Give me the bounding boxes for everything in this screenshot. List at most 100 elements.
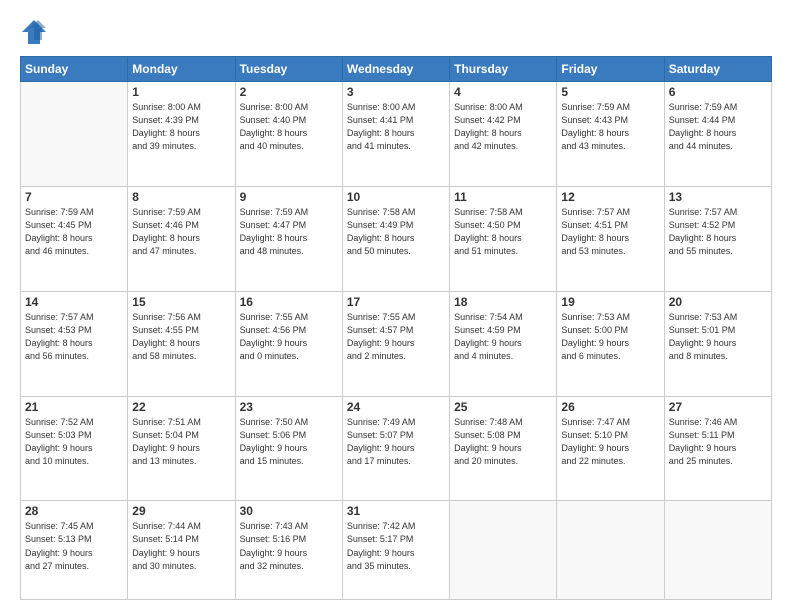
header [20, 18, 772, 46]
calendar-cell: 15 Sunrise: 7:56 AMSunset: 4:55 PMDayligh… [128, 291, 235, 396]
day-info: Sunrise: 7:43 AMSunset: 5:16 PMDaylight:… [240, 520, 338, 572]
day-info: Sunrise: 7:47 AMSunset: 5:10 PMDaylight:… [561, 416, 659, 468]
calendar-cell: 21 Sunrise: 7:52 AMSunset: 5:03 PMDayligh… [21, 396, 128, 501]
calendar-cell [664, 501, 771, 600]
day-info: Sunrise: 7:59 AMSunset: 4:44 PMDaylight:… [669, 101, 767, 153]
day-info: Sunrise: 7:57 AMSunset: 4:52 PMDaylight:… [669, 206, 767, 258]
day-number: 15 [132, 295, 230, 309]
day-info: Sunrise: 8:00 AMSunset: 4:40 PMDaylight:… [240, 101, 338, 153]
day-info: Sunrise: 7:50 AMSunset: 5:06 PMDaylight:… [240, 416, 338, 468]
col-header-friday: Friday [557, 57, 664, 82]
day-info: Sunrise: 7:53 AMSunset: 5:00 PMDaylight:… [561, 311, 659, 363]
day-number: 18 [454, 295, 552, 309]
day-number: 7 [25, 190, 123, 204]
day-info: Sunrise: 7:59 AMSunset: 4:43 PMDaylight:… [561, 101, 659, 153]
day-number: 19 [561, 295, 659, 309]
day-info: Sunrise: 7:53 AMSunset: 5:01 PMDaylight:… [669, 311, 767, 363]
calendar-cell: 22Sunrise: 7:51 AMSunset: 5:04 PMDayligh… [128, 396, 235, 501]
calendar-cell: 27Sunrise: 7:46 AMSunset: 5:11 PMDayligh… [664, 396, 771, 501]
calendar-cell: 23Sunrise: 7:50 AMSunset: 5:06 PMDayligh… [235, 396, 342, 501]
day-info: Sunrise: 7:55 AMSunset: 4:56 PMDaylight:… [240, 311, 338, 363]
day-number: 9 [240, 190, 338, 204]
day-number: 28 [25, 504, 123, 518]
calendar-cell: 30Sunrise: 7:43 AMSunset: 5:16 PMDayligh… [235, 501, 342, 600]
col-header-saturday: Saturday [664, 57, 771, 82]
day-info: Sunrise: 8:00 AMSunset: 4:39 PMDaylight:… [132, 101, 230, 153]
calendar-cell: 1 Sunrise: 8:00 AMSunset: 4:39 PMDaylight… [128, 82, 235, 187]
calendar-cell: 18 Sunrise: 7:54 AMSunset: 4:59 PMDayligh… [450, 291, 557, 396]
day-info: Sunrise: 7:57 AMSunset: 4:53 PMDaylight:… [25, 311, 123, 363]
day-info: Sunrise: 8:00 AMSunset: 4:41 PMDaylight:… [347, 101, 445, 153]
calendar-cell: 29Sunrise: 7:44 AMSunset: 5:14 PMDayligh… [128, 501, 235, 600]
day-number: 8 [132, 190, 230, 204]
logo [20, 18, 52, 46]
day-number: 2 [240, 85, 338, 99]
calendar-cell: 26 Sunrise: 7:47 AMSunset: 5:10 PMDayligh… [557, 396, 664, 501]
day-info: Sunrise: 7:59 AMSunset: 4:47 PMDaylight:… [240, 206, 338, 258]
day-info: Sunrise: 7:52 AMSunset: 5:03 PMDaylight:… [25, 416, 123, 468]
day-number: 31 [347, 504, 445, 518]
day-number: 26 [561, 400, 659, 414]
calendar-week-row-3: 14 Sunrise: 7:57 AMSunset: 4:53 PMDayligh… [21, 291, 772, 396]
day-number: 11 [454, 190, 552, 204]
calendar-week-row-4: 21 Sunrise: 7:52 AMSunset: 5:03 PMDayligh… [21, 396, 772, 501]
day-info: Sunrise: 7:59 AMSunset: 4:45 PMDaylight:… [25, 206, 123, 258]
calendar-cell: 14 Sunrise: 7:57 AMSunset: 4:53 PMDayligh… [21, 291, 128, 396]
calendar-cell: 17 Sunrise: 7:55 AMSunset: 4:57 PMDayligh… [342, 291, 449, 396]
day-number: 5 [561, 85, 659, 99]
day-number: 17 [347, 295, 445, 309]
day-number: 10 [347, 190, 445, 204]
day-number: 13 [669, 190, 767, 204]
day-number: 4 [454, 85, 552, 99]
day-info: Sunrise: 7:57 AMSunset: 4:51 PMDaylight:… [561, 206, 659, 258]
day-info: Sunrise: 7:54 AMSunset: 4:59 PMDaylight:… [454, 311, 552, 363]
day-info: Sunrise: 7:51 AMSunset: 5:04 PMDaylight:… [132, 416, 230, 468]
day-number: 21 [25, 400, 123, 414]
day-number: 1 [132, 85, 230, 99]
calendar-cell: 16 Sunrise: 7:55 AMSunset: 4:56 PMDayligh… [235, 291, 342, 396]
day-info: Sunrise: 7:46 AMSunset: 5:11 PMDaylight:… [669, 416, 767, 468]
calendar-cell [21, 82, 128, 187]
day-info: Sunrise: 7:59 AMSunset: 4:46 PMDaylight:… [132, 206, 230, 258]
day-info: Sunrise: 7:58 AMSunset: 4:49 PMDaylight:… [347, 206, 445, 258]
calendar-cell: 11Sunrise: 7:58 AMSunset: 4:50 PMDayligh… [450, 186, 557, 291]
calendar-cell: 19 Sunrise: 7:53 AMSunset: 5:00 PMDayligh… [557, 291, 664, 396]
day-number: 16 [240, 295, 338, 309]
calendar-week-row-5: 28 Sunrise: 7:45 AMSunset: 5:13 PMDayligh… [21, 501, 772, 600]
calendar-cell: 8 Sunrise: 7:59 AMSunset: 4:46 PMDaylight… [128, 186, 235, 291]
day-info: Sunrise: 7:56 AMSunset: 4:55 PMDaylight:… [132, 311, 230, 363]
calendar-cell: 5 Sunrise: 7:59 AMSunset: 4:43 PMDaylight… [557, 82, 664, 187]
calendar-table: SundayMondayTuesdayWednesdayThursdayFrid… [20, 56, 772, 600]
calendar-cell [557, 501, 664, 600]
calendar-cell: 20 Sunrise: 7:53 AMSunset: 5:01 PMDayligh… [664, 291, 771, 396]
day-number: 20 [669, 295, 767, 309]
calendar-cell: 13 Sunrise: 7:57 AMSunset: 4:52 PMDayligh… [664, 186, 771, 291]
calendar-cell: 28 Sunrise: 7:45 AMSunset: 5:13 PMDayligh… [21, 501, 128, 600]
logo-icon [20, 18, 48, 46]
day-info: Sunrise: 7:55 AMSunset: 4:57 PMDaylight:… [347, 311, 445, 363]
calendar-cell: 2 Sunrise: 8:00 AMSunset: 4:40 PMDaylight… [235, 82, 342, 187]
calendar-cell: 24Sunrise: 7:49 AMSunset: 5:07 PMDayligh… [342, 396, 449, 501]
calendar-cell: 12 Sunrise: 7:57 AMSunset: 4:51 PMDayligh… [557, 186, 664, 291]
calendar-cell: 7 Sunrise: 7:59 AMSunset: 4:45 PMDaylight… [21, 186, 128, 291]
col-header-tuesday: Tuesday [235, 57, 342, 82]
day-number: 6 [669, 85, 767, 99]
page: SundayMondayTuesdayWednesdayThursdayFrid… [0, 0, 792, 612]
day-number: 29 [132, 504, 230, 518]
calendar-cell: 25 Sunrise: 7:48 AMSunset: 5:08 PMDayligh… [450, 396, 557, 501]
day-info: Sunrise: 8:00 AMSunset: 4:42 PMDaylight:… [454, 101, 552, 153]
day-number: 14 [25, 295, 123, 309]
day-number: 25 [454, 400, 552, 414]
calendar-cell: 4 Sunrise: 8:00 AMSunset: 4:42 PMDaylight… [450, 82, 557, 187]
calendar-cell [450, 501, 557, 600]
col-header-wednesday: Wednesday [342, 57, 449, 82]
day-info: Sunrise: 7:49 AMSunset: 5:07 PMDaylight:… [347, 416, 445, 468]
calendar-cell: 10 Sunrise: 7:58 AMSunset: 4:49 PMDayligh… [342, 186, 449, 291]
calendar-week-row-1: 1 Sunrise: 8:00 AMSunset: 4:39 PMDaylight… [21, 82, 772, 187]
day-info: Sunrise: 7:42 AMSunset: 5:17 PMDaylight:… [347, 520, 445, 572]
day-info: Sunrise: 7:48 AMSunset: 5:08 PMDaylight:… [454, 416, 552, 468]
col-header-thursday: Thursday [450, 57, 557, 82]
day-info: Sunrise: 7:45 AMSunset: 5:13 PMDaylight:… [25, 520, 123, 572]
day-number: 12 [561, 190, 659, 204]
col-header-sunday: Sunday [21, 57, 128, 82]
